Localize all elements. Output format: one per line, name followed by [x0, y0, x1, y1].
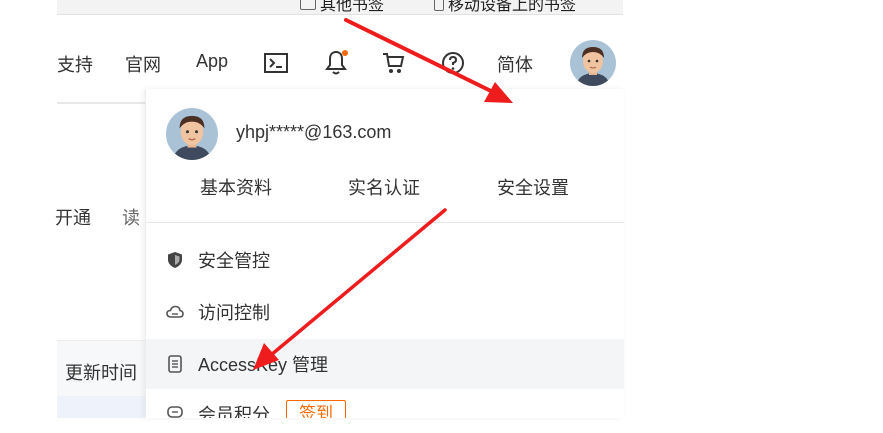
menu-item-label: AccessKey 管理: [198, 355, 329, 375]
bookmark-mobile[interactable]: 移动设备上的书签: [434, 0, 577, 14]
nav-app[interactable]: App: [196, 51, 228, 72]
bookmarks-bar: 其他书签 移动设备上的书签: [57, 0, 623, 15]
folder-icon: [300, 0, 316, 10]
help-icon[interactable]: [440, 50, 466, 76]
account-links: 基本资料 实名认证 安全设置: [146, 174, 624, 204]
link-real-name[interactable]: 实名认证: [348, 174, 420, 200]
table-row: [57, 396, 145, 418]
tab-read[interactable]: 读: [122, 204, 140, 230]
bell-icon[interactable]: [323, 50, 349, 76]
shield-icon: [166, 251, 184, 269]
avatar[interactable]: [570, 40, 616, 86]
nav-language[interactable]: 简体: [497, 51, 533, 77]
cloud-icon: [166, 303, 184, 321]
menu-item-security-control[interactable]: 安全管控: [146, 235, 624, 285]
coin-icon: [166, 405, 184, 418]
account-email: yhpj*****@163.com: [236, 122, 392, 142]
bookmark-other[interactable]: 其他书签: [300, 0, 385, 14]
top-nav: 支持 官网 App 简体: [57, 38, 623, 88]
menu-item-accesskey[interactable]: AccessKey 管理: [146, 339, 624, 389]
phone-icon: [434, 0, 444, 11]
link-basic-info[interactable]: 基本资料: [200, 174, 272, 200]
bookmark-mobile-label: 移动设备上的书签: [448, 0, 577, 14]
menu-item-label: 访问控制: [198, 303, 270, 323]
column-updated-time: 更新时间: [65, 363, 137, 383]
menu-item-access-control[interactable]: 访问控制: [146, 287, 624, 337]
menu-item-member-points[interactable]: 会员积分 签到: [146, 389, 624, 418]
menu-item-label: 安全管控: [198, 251, 270, 271]
table-header: 更新时间: [57, 340, 145, 397]
nav-support[interactable]: 支持: [57, 51, 93, 77]
dropdown-avatar: [166, 108, 218, 160]
terminal-icon[interactable]: [263, 50, 289, 76]
header-divider: [57, 102, 145, 104]
menu-item-label: 会员积分: [198, 405, 270, 418]
nav-official-site[interactable]: 官网: [125, 51, 161, 77]
link-security-settings[interactable]: 安全设置: [497, 174, 569, 200]
tab-open[interactable]: 开通: [55, 204, 91, 230]
cart-icon[interactable]: [381, 50, 407, 76]
dropdown-divider: [146, 222, 624, 223]
checkin-button[interactable]: 签到: [286, 400, 346, 418]
account-dropdown: yhpj*****@163.com 基本资料 实名认证 安全设置 安全管控 访问…: [145, 89, 624, 418]
key-icon: [166, 355, 184, 373]
bookmark-other-label: 其他书签: [320, 0, 385, 14]
